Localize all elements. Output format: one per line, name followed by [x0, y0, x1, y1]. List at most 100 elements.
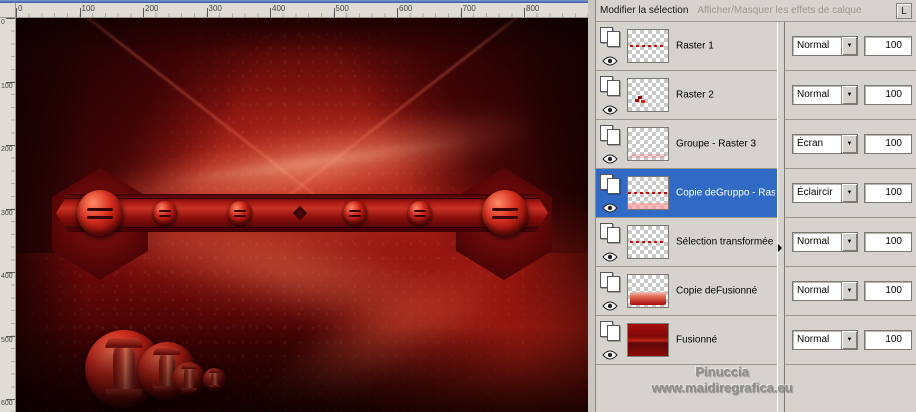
chevron-down-icon[interactable]: ▼: [841, 37, 857, 55]
opacity-field[interactable]: 100: [864, 232, 912, 252]
layer-row-controls: Normal ▼ 100: [785, 218, 916, 266]
layer-row-left[interactable]: Raster 1: [596, 22, 777, 70]
panel-corner-button[interactable]: L: [896, 2, 912, 19]
layer-name: Copie deGruppo - Raster 3: [676, 187, 775, 199]
visibility-eye-icon[interactable]: [602, 102, 618, 115]
layer-name: Sélection transformée: [676, 236, 774, 248]
toggle-layer-effects-label[interactable]: Afficher/Masquer les effets de calque: [697, 5, 861, 16]
chevron-down-icon[interactable]: ▼: [841, 233, 857, 251]
layer-row-left[interactable]: Copie deFusionné: [596, 267, 777, 315]
visibility-eye-icon[interactable]: [602, 249, 618, 262]
layer-row[interactable]: Sélection transformée Normal ▼ 100: [596, 218, 916, 267]
layer-row[interactable]: Copie deGruppo - Raster 3 Éclaircir ▼ 10…: [596, 169, 916, 218]
layer-name: Raster 2: [676, 89, 714, 101]
panel-splitter[interactable]: [777, 22, 785, 412]
edit-selection-label[interactable]: Modifier la sélection: [600, 5, 688, 16]
artwork-hexagon-right: [456, 168, 552, 280]
chevron-down-icon[interactable]: ▼: [841, 86, 857, 104]
artwork-dark-corner-left: [16, 18, 316, 253]
opacity-value: 100: [885, 89, 902, 100]
chevron-down-icon[interactable]: ▼: [841, 184, 857, 202]
opacity-value: 100: [885, 138, 902, 149]
layer-thumbnail[interactable]: [627, 274, 669, 308]
opacity-value: 100: [885, 40, 902, 51]
layers-panel-header: Modifier la sélection Afficher/Masquer l…: [596, 0, 916, 22]
opacity-field[interactable]: 100: [864, 183, 912, 203]
opacity-field[interactable]: 100: [864, 36, 912, 56]
image-canvas[interactable]: [16, 18, 588, 412]
artwork-rivet: [408, 201, 432, 225]
blend-mode-dropdown[interactable]: Normal ▼: [792, 36, 858, 56]
visibility-eye-icon[interactable]: [602, 200, 618, 213]
artwork-smoke-wave: [30, 63, 588, 261]
visibility-eye-icon[interactable]: [602, 298, 618, 311]
layer-row[interactable]: Copie deFusionné Normal ▼ 100: [596, 267, 916, 316]
visibility-eye-icon[interactable]: [602, 53, 618, 66]
blend-mode-dropdown[interactable]: Normal ▼: [792, 330, 858, 350]
layer-thumbnail[interactable]: [627, 127, 669, 161]
artwork-rivet: [228, 201, 252, 225]
layer-row[interactable]: Groupe - Raster 3 Écran ▼ 100: [596, 120, 916, 169]
artwork-metal-band: [56, 194, 548, 232]
artwork-diagonal-highlight-left: [16, 18, 317, 197]
layer-pages-icon: [600, 321, 624, 342]
layer-pages-icon: [600, 27, 624, 48]
layer-thumbnail[interactable]: [627, 78, 669, 112]
layer-row[interactable]: Fusionné Normal ▼ 100: [596, 316, 916, 365]
blend-mode-dropdown[interactable]: Éclaircir ▼: [792, 183, 858, 203]
artwork-band-diamond: [292, 205, 308, 221]
artwork-smoke-wave: [86, 79, 588, 412]
artwork-hexagon-left: [52, 168, 148, 280]
artwork-rivet: [343, 201, 367, 225]
layer-row[interactable]: Raster 2 Normal ▼ 100: [596, 71, 916, 120]
layer-row-left[interactable]: Raster 2: [596, 71, 777, 119]
layer-pages-icon: [600, 125, 624, 146]
layer-row[interactable]: Raster 1 Normal ▼ 100: [596, 22, 916, 71]
blend-mode-value: Éclaircir: [797, 187, 833, 198]
layer-thumbnail[interactable]: [627, 225, 669, 259]
opacity-field[interactable]: 100: [864, 134, 912, 154]
splitter-arrow-icon: [778, 244, 786, 252]
layer-pages-icon: [600, 76, 624, 97]
artwork-sphere: [203, 368, 226, 391]
layer-thumbnail[interactable]: [627, 323, 669, 357]
watermark-line1: Pinuccia: [695, 364, 749, 379]
blend-mode-dropdown[interactable]: Écran ▼: [792, 134, 858, 154]
blend-mode-value: Écran: [797, 138, 824, 149]
layer-thumbnail[interactable]: [627, 176, 669, 210]
layer-row-controls: Écran ▼ 100: [785, 120, 916, 168]
visibility-eye-icon[interactable]: [602, 151, 618, 164]
artwork-smoke-wave: [16, 18, 588, 345]
chevron-down-icon[interactable]: ▼: [841, 282, 857, 300]
layer-row-left[interactable]: Copie deGruppo - Raster 3: [596, 169, 777, 217]
layer-row-left[interactable]: Groupe - Raster 3: [596, 120, 777, 168]
opacity-field[interactable]: 100: [864, 330, 912, 350]
horizontal-ruler: 0100200300400500600700800900: [16, 3, 588, 18]
blend-mode-dropdown[interactable]: Normal ▼: [792, 281, 858, 301]
layer-row-left[interactable]: Fusionné: [596, 316, 777, 364]
layer-row-controls: Éclaircir ▼ 100: [785, 169, 916, 217]
opacity-field[interactable]: 100: [864, 281, 912, 301]
ruler-corner: [0, 3, 16, 18]
layer-row-left[interactable]: Sélection transformée: [596, 218, 777, 266]
app-window: 0100200300400500600700800900 01002003004…: [0, 0, 916, 412]
artwork-texture: [16, 18, 588, 412]
watermark-text: Pinuccia www.maidiregrafica.eu: [612, 364, 832, 396]
blend-mode-dropdown[interactable]: Normal ▼: [792, 85, 858, 105]
artwork-smoke-wave: [16, 57, 588, 412]
artwork-sphere: [138, 342, 196, 400]
visibility-eye-icon[interactable]: [602, 347, 618, 360]
opacity-field[interactable]: 100: [864, 85, 912, 105]
layer-name: Raster 1: [676, 40, 714, 52]
layer-thumbnail[interactable]: [627, 29, 669, 63]
chevron-down-icon[interactable]: ▼: [841, 135, 857, 153]
blend-mode-value: Normal: [797, 40, 830, 51]
artwork-bottom-glow: [298, 182, 588, 412]
layer-name: Groupe - Raster 3: [676, 138, 757, 150]
artwork-rivet: [153, 201, 177, 225]
blend-mode-dropdown[interactable]: Normal ▼: [792, 232, 858, 252]
chevron-down-icon[interactable]: ▼: [841, 331, 857, 349]
artwork-side-shade-right: [516, 18, 588, 412]
artwork-medallion-left: [77, 190, 123, 236]
blend-mode-value: Normal: [797, 89, 830, 100]
